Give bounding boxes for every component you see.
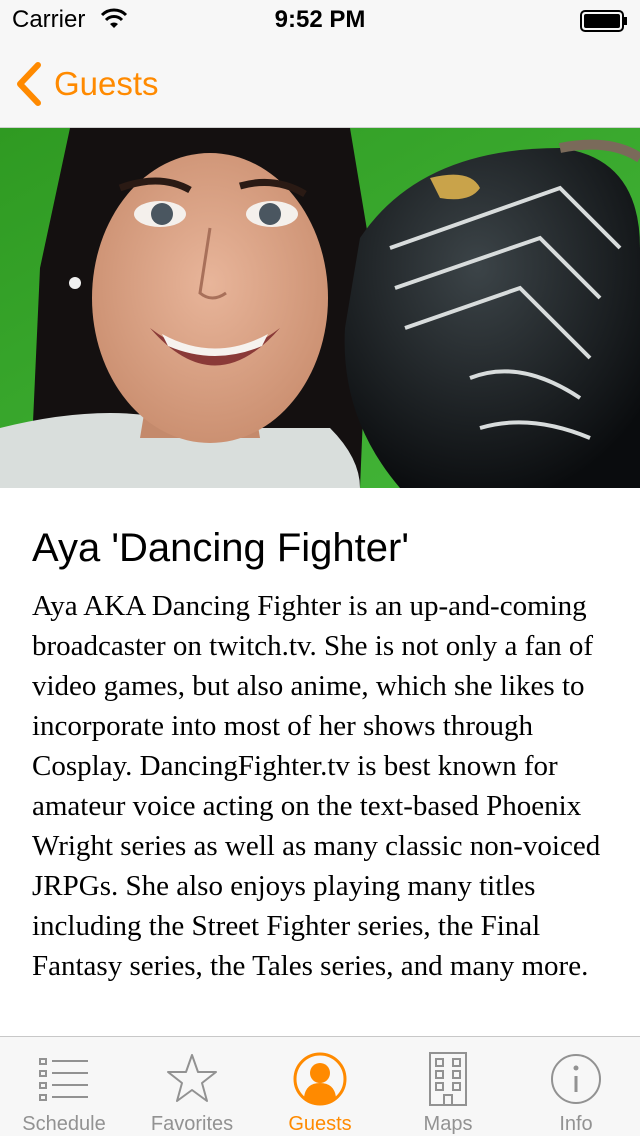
list-icon [39, 1058, 88, 1101]
tab-schedule[interactable]: Schedule [0, 1037, 128, 1136]
back-button[interactable]: Guests [14, 40, 159, 128]
back-button-label: Guests [54, 65, 159, 102]
chevron-left-icon [17, 62, 41, 106]
guest-name: Aya 'Dancing Fighter' [32, 526, 409, 570]
guest-bio: Aya AKA Dancing Fighter is an up-and-com… [32, 590, 601, 982]
tab-guests-label: Guests [288, 1113, 352, 1135]
status-bar: Carrier 9:52 PM [0, 0, 640, 40]
tab-schedule-label: Schedule [22, 1113, 106, 1135]
guest-photo-illustration [0, 128, 640, 488]
tab-info[interactable]: Info [512, 1037, 640, 1136]
battery-icon [580, 10, 627, 32]
person-icon [293, 1052, 347, 1106]
tab-bar: Schedule Favorites Guests Maps Info [0, 1036, 640, 1136]
building-icon [429, 1052, 467, 1106]
tab-maps[interactable]: Maps [384, 1037, 512, 1136]
tab-maps-label: Maps [423, 1113, 473, 1135]
navigation-bar: Guests [0, 40, 640, 128]
star-icon [167, 1054, 217, 1102]
guest-photo [0, 128, 640, 488]
tab-favorites[interactable]: Favorites [128, 1037, 256, 1136]
tab-favorites-label: Favorites [150, 1113, 234, 1135]
tab-guests[interactable]: Guests [256, 1037, 384, 1136]
clock: 9:52 PM [274, 6, 366, 33]
info-icon [551, 1054, 601, 1104]
guest-detail: Aya 'Dancing Fighter' Aya AKA Dancing Fi… [0, 488, 640, 1036]
tab-info-label: Info [559, 1113, 593, 1135]
